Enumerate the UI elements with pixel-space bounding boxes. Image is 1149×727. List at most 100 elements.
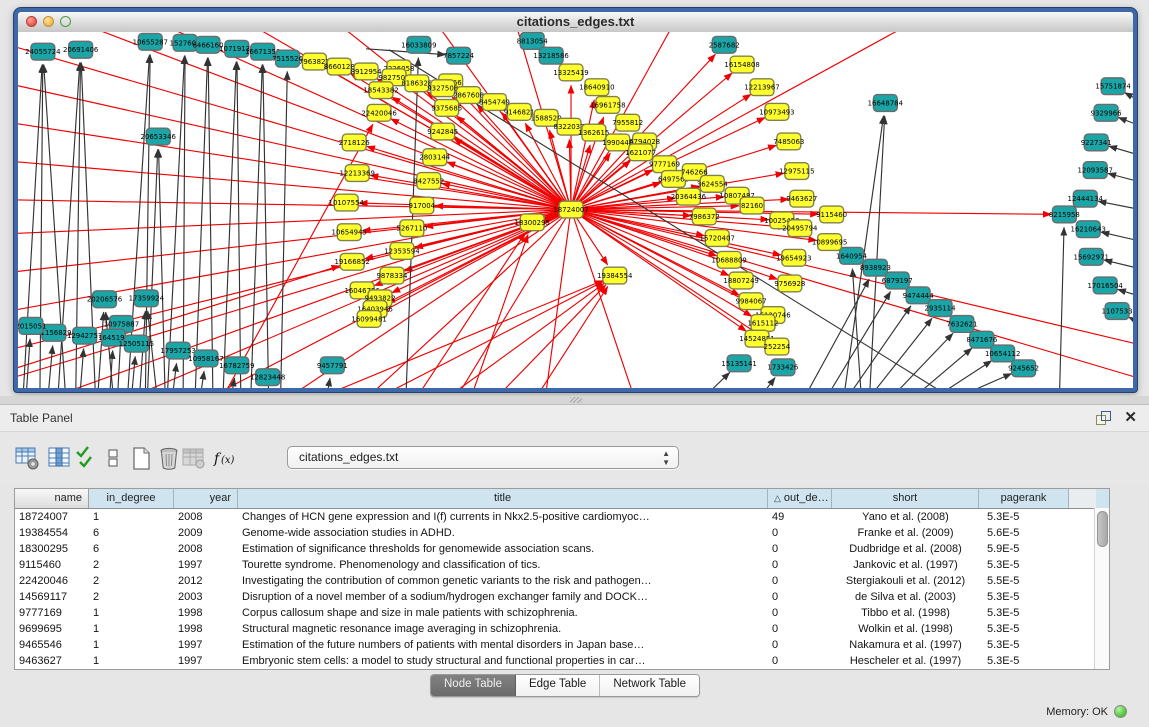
network-canvas[interactable]: 2405572420691406106552871527602646616010…: [18, 32, 1133, 388]
graph-node[interactable]: 16154808: [724, 56, 759, 73]
table-cell[interactable]: 2: [89, 573, 174, 589]
graph-node[interactable]: 19384554: [597, 267, 633, 284]
close-panel-icon[interactable]: ✕: [1124, 408, 1137, 428]
graph-node[interactable]: 9375685: [431, 100, 462, 117]
graph-node[interactable]: 18807249: [723, 272, 758, 289]
graph-node[interactable]: 10654945: [332, 224, 367, 241]
table-cell[interactable]: 2008: [174, 541, 238, 557]
float-window-icon[interactable]: [1096, 411, 1111, 425]
table-cell[interactable]: Changes of HCN gene expression and I(f) …: [238, 509, 768, 525]
graph-node[interactable]: 9242845: [427, 123, 458, 140]
table-cell[interactable]: 5.3E-5: [979, 509, 1069, 525]
memory-status[interactable]: Memory: OK: [1046, 705, 1127, 718]
table-row[interactable]: 977716911998Corpus callosum shape and si…: [15, 605, 1109, 621]
graph-node[interactable]: 7857224: [443, 47, 475, 64]
table-row[interactable]: 1830029562008Estimation of significance …: [15, 541, 1109, 557]
column-header-pagerank[interactable]: pagerank: [979, 489, 1069, 508]
graph-node[interactable]: 1615112: [748, 315, 779, 332]
graph-node[interactable]: 12213967: [744, 79, 779, 96]
table-row[interactable]: 1938455462009Genome-wide association stu…: [15, 525, 1109, 541]
graph-node[interactable]: 10688809: [711, 251, 746, 268]
graph-node[interactable]: 2015051: [18, 317, 46, 334]
graph-node[interactable]: 9984067: [736, 293, 767, 310]
graph-node[interactable]: 2803144: [419, 149, 451, 166]
table-cell[interactable]: 2: [89, 589, 174, 605]
graph-node[interactable]: 12505115: [119, 335, 154, 352]
table-cell[interactable]: 9463627: [15, 653, 89, 669]
table-cell[interactable]: 1: [89, 509, 174, 525]
graph-node[interactable]: 20691406: [63, 41, 98, 58]
table-cell[interactable]: 6: [89, 541, 174, 557]
import-table-icon[interactable]: [180, 445, 207, 472]
zoom-window-icon[interactable]: [60, 16, 71, 27]
table-cell[interactable]: Franke et al. (2009): [832, 525, 979, 541]
table-cell[interactable]: 5.6E-5: [979, 525, 1069, 541]
table-cell[interactable]: Hescheler et al. (1997): [832, 653, 979, 669]
panel-splitter[interactable]: [0, 396, 1149, 404]
table-cell[interactable]: 5.3E-5: [979, 605, 1069, 621]
row-height-icon[interactable]: [100, 445, 127, 472]
graph-node[interactable]: 2718126: [339, 134, 370, 151]
graph-node[interactable]: 82160: [740, 197, 764, 214]
minimize-window-icon[interactable]: [43, 16, 54, 27]
delete-column-icon[interactable]: [156, 445, 183, 472]
table-cell[interactable]: Estimation of significance thresholds fo…: [238, 541, 768, 557]
graph-node[interactable]: 13218586: [533, 47, 568, 64]
table-cell[interactable]: Genome-wide association studies in ADHD.: [238, 525, 768, 541]
table-cell[interactable]: 49: [768, 509, 832, 525]
table-cell[interactable]: Jankovic et al. (1997): [832, 557, 979, 573]
table-cell[interactable]: 2012: [174, 573, 238, 589]
graph-node[interactable]: 917004: [409, 197, 436, 214]
graph-node[interactable]: 1621077: [625, 144, 656, 161]
table-cell[interactable]: Tibbo et al. (1998): [832, 605, 979, 621]
table-cell[interactable]: Embryonic stem cells: a model to study s…: [238, 653, 768, 669]
graph-node[interactable]: 15692971: [1074, 248, 1109, 265]
graph-node[interactable]: 9878334: [377, 267, 409, 284]
table-cell[interactable]: 2009: [174, 525, 238, 541]
table-row[interactable]: 969969511998Structural magnetic resonanc…: [15, 621, 1109, 637]
column-visibility-icon[interactable]: [46, 445, 73, 472]
table-cell[interactable]: 18724007: [15, 509, 89, 525]
table-source-select[interactable]: citations_edges.txt ▲▼: [287, 446, 679, 469]
graph-node[interactable]: 9463627: [786, 190, 817, 207]
create-column-icon[interactable]: [128, 445, 155, 472]
graph-node[interactable]: 20206576: [87, 291, 122, 308]
table-cell[interactable]: 5.3E-5: [979, 621, 1069, 637]
graph-node[interactable]: 16099481: [351, 311, 386, 328]
graph-node[interactable]: 7632621: [946, 316, 977, 333]
table-cell[interactable]: Nakamura et al. (1997): [832, 637, 979, 653]
graph-node[interactable]: 15751874: [1095, 78, 1131, 95]
table-cell[interactable]: 22420046: [15, 573, 89, 589]
graph-node[interactable]: 18543382: [363, 82, 398, 99]
graph-node[interactable]: 8912954: [351, 63, 383, 80]
table-row[interactable]: 911546021997Tourette syndrome. Phenomeno…: [15, 557, 1109, 573]
graph-node[interactable]: 10973493: [759, 103, 794, 120]
graph-node[interactable]: 16648784: [868, 95, 904, 112]
table-cell[interactable]: 9115460: [15, 557, 89, 573]
table-cell[interactable]: Yano et al. (2008): [832, 509, 979, 525]
graph-node[interactable]: 15720407: [700, 230, 735, 247]
function-builder-icon[interactable]: f(x): [212, 445, 239, 472]
tab-node-table[interactable]: Node Table: [431, 675, 516, 696]
graph-node[interactable]: 9115460: [816, 206, 847, 223]
graph-node[interactable]: 12213369: [339, 165, 374, 182]
graph-node[interactable]: 16782759: [219, 357, 254, 374]
graph-node[interactable]: 18724007: [553, 201, 588, 218]
table-cell[interactable]: 0: [768, 541, 832, 557]
table-cell[interactable]: 2008: [174, 509, 238, 525]
graph-node[interactable]: 17016504: [1087, 277, 1123, 294]
table-cell[interactable]: 0: [768, 589, 832, 605]
graph-node[interactable]: 24055724: [25, 43, 61, 60]
graph-node[interactable]: 13325419: [553, 64, 588, 81]
column-header-name[interactable]: name: [15, 489, 89, 508]
table-cell[interactable]: 5.3E-5: [979, 637, 1069, 653]
table-cell[interactable]: 0: [768, 653, 832, 669]
column-header-year[interactable]: year: [174, 489, 238, 508]
table-cell[interactable]: Stergiakouli et al. (2012): [832, 573, 979, 589]
graph-node[interactable]: 16961758: [590, 97, 625, 114]
table-cell[interactable]: 0: [768, 637, 832, 653]
graph-node[interactable]: 19166852: [335, 253, 370, 270]
table-row[interactable]: 1872400712008Changes of HCN gene express…: [15, 509, 1109, 525]
graph-node[interactable]: 20364436: [671, 188, 706, 205]
table-cell[interactable]: 5.5E-5: [979, 573, 1069, 589]
